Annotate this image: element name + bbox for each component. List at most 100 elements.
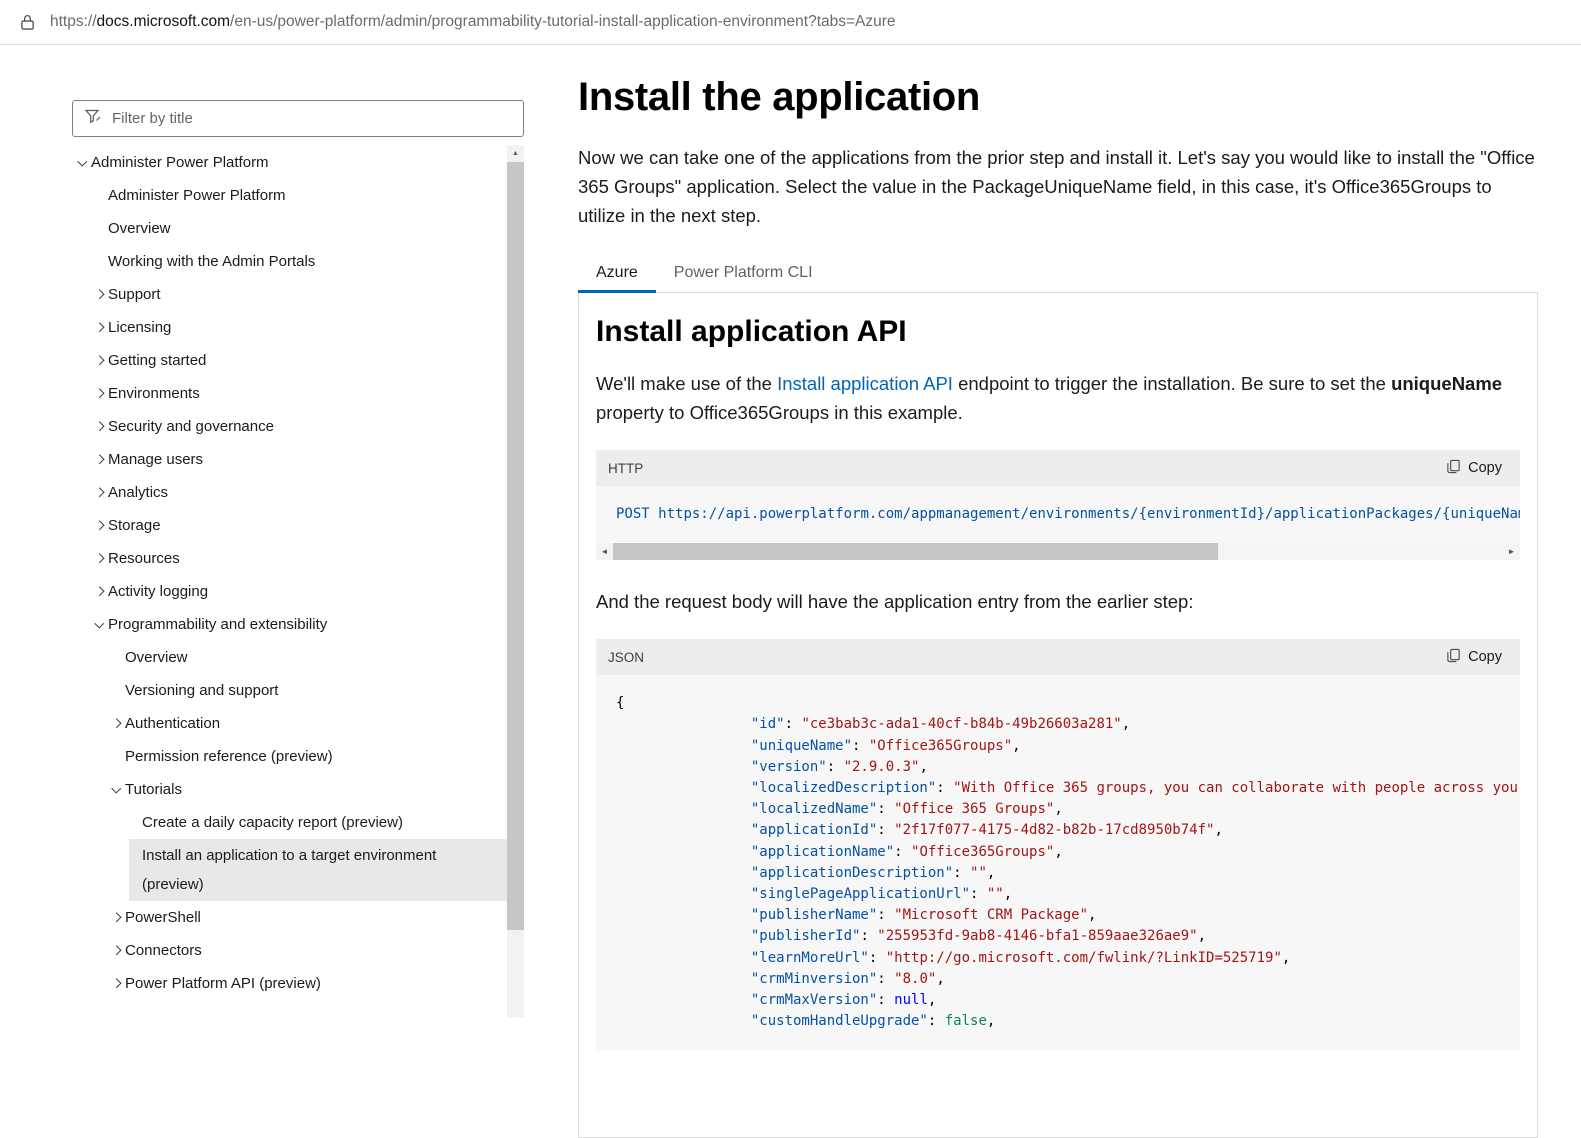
paragraph-text: property to Office365Groups in this exam… [596, 402, 963, 423]
paragraph-text: We'll make use of the [596, 373, 777, 394]
toc-item-label: Storage [108, 511, 175, 540]
toc-tree: Administer Power Platform Administer Powe… [72, 146, 507, 1000]
tab-azure[interactable]: Azure [578, 255, 656, 293]
chevron-down-icon[interactable] [78, 148, 91, 177]
horizontal-scrollbar[interactable]: ◄ ► [596, 543, 1520, 560]
chevron-spacer [95, 181, 108, 210]
code-line: "customHandleUpgrade": false, [616, 1011, 1500, 1032]
chevron-right-icon[interactable] [95, 478, 108, 507]
toc-item-label: Connectors [125, 936, 216, 965]
toc-item[interactable]: Install an application to a target envir… [129, 839, 507, 901]
chevron-right-icon[interactable] [112, 709, 125, 738]
toc-item[interactable]: Authentication [112, 707, 507, 740]
chevron-spacer [129, 808, 142, 837]
toc-item[interactable]: Programmability and extensibility [95, 608, 507, 641]
scroll-up-arrow-icon[interactable]: ▲ [507, 145, 524, 161]
toc-item[interactable]: Power Platform API (preview) [112, 967, 507, 1000]
chevron-right-icon[interactable] [95, 379, 108, 408]
filter-box[interactable] [72, 100, 524, 137]
toc-item-label: Versioning and support [125, 676, 292, 705]
code-language-label: HTTP [608, 461, 643, 476]
toc-item-label: Permission reference (preview) [125, 742, 347, 771]
code-block-json: JSON Copy { "id": "ce3bab3c-ada1-40cf-b8… [596, 639, 1520, 1050]
toc-item[interactable]: Support [95, 278, 507, 311]
sidebar-scrollbar-thumb[interactable] [507, 162, 524, 930]
toc-item-label: Administer Power Platform [91, 148, 283, 177]
article: Install the application Now we can take … [578, 45, 1538, 1138]
copy-label: Copy [1468, 460, 1502, 476]
code-content: POST https://api.powerplatform.com/appma… [596, 486, 1520, 543]
horizontal-scrollbar-track[interactable] [613, 543, 1503, 560]
toc-item-label: Getting started [108, 346, 220, 375]
toc-item[interactable]: Create a daily capacity report (preview) [129, 806, 507, 839]
toc-item[interactable]: Tutorials [112, 773, 507, 806]
code-line: { [616, 693, 1500, 714]
code-line: POST https://api.powerplatform.com/appma… [616, 504, 1500, 525]
url-domain: docs.microsoft.com [97, 13, 231, 30]
chevron-right-icon[interactable] [95, 544, 108, 573]
chevron-right-icon[interactable] [112, 903, 125, 932]
code-line: "version": "2.9.0.3", [616, 757, 1500, 778]
toc-item[interactable]: Overview [112, 641, 507, 674]
chevron-right-icon[interactable] [95, 313, 108, 342]
toc-item[interactable]: Getting started [95, 344, 507, 377]
horizontal-scrollbar-thumb[interactable] [613, 543, 1218, 560]
chevron-right-icon[interactable] [95, 412, 108, 441]
code-header: JSON Copy [596, 639, 1520, 675]
tab-panel: Install application API We'll make use o… [578, 292, 1538, 1138]
browser-url-bar[interactable]: https://docs.microsoft.com/en-us/power-p… [0, 0, 1581, 45]
chevron-right-icon[interactable] [112, 936, 125, 965]
code-line: "localizedName": "Office 365 Groups", [616, 799, 1500, 820]
toc-item[interactable]: Connectors [112, 934, 507, 967]
chevron-spacer [95, 247, 108, 276]
toc-item[interactable]: Environments [95, 377, 507, 410]
toc-item[interactable]: Analytics [95, 476, 507, 509]
chevron-right-icon[interactable] [95, 445, 108, 474]
code-line: "singlePageApplicationUrl": "", [616, 884, 1500, 905]
code-line: "crmMaxVersion": null, [616, 990, 1500, 1011]
copy-button[interactable]: Copy [1440, 458, 1508, 479]
intro-paragraph: Now we can take one of the applications … [578, 143, 1538, 230]
toc-item[interactable]: Resources [95, 542, 507, 575]
copy-button[interactable]: Copy [1440, 647, 1508, 668]
toc-item[interactable]: Permission reference (preview) [112, 740, 507, 773]
filter-input[interactable] [110, 109, 512, 128]
code-line: "applicationDescription": "", [616, 863, 1500, 884]
tab-power-platform-cli[interactable]: Power Platform CLI [656, 255, 831, 293]
toc-item[interactable]: Administer Power Platform [78, 146, 507, 179]
toc-item[interactable]: Storage [95, 509, 507, 542]
toc-item[interactable]: Activity logging [95, 575, 507, 608]
chevron-spacer [112, 676, 125, 705]
scroll-right-arrow-icon[interactable]: ► [1503, 543, 1520, 560]
toc-item[interactable]: Overview [95, 212, 507, 245]
copy-icon [1446, 459, 1461, 478]
chevron-down-icon[interactable] [112, 775, 125, 804]
scroll-left-arrow-icon[interactable]: ◄ [596, 543, 613, 560]
toc-item[interactable]: Versioning and support [112, 674, 507, 707]
lock-icon [20, 13, 35, 31]
toc-item[interactable]: Licensing [95, 311, 507, 344]
toc-item[interactable]: Manage users [95, 443, 507, 476]
toc-item[interactable]: PowerShell [112, 901, 507, 934]
url-text[interactable]: https://docs.microsoft.com/en-us/power-p… [50, 13, 896, 31]
toc-item[interactable]: Administer Power Platform [95, 179, 507, 212]
chevron-right-icon[interactable] [95, 577, 108, 606]
toc-item-label: Administer Power Platform [108, 181, 300, 210]
toc-item[interactable]: Security and governance [95, 410, 507, 443]
code-line: "uniqueName": "Office365Groups", [616, 736, 1500, 757]
chevron-right-icon[interactable] [95, 511, 108, 540]
toc-item-label: Manage users [108, 445, 217, 474]
sidebar-scrollbar[interactable]: ▲ [507, 145, 524, 1017]
chevron-right-icon[interactable] [95, 280, 108, 309]
api-paragraph: We'll make use of the Install applicatio… [596, 369, 1520, 427]
code-line: "localizedDescription": "With Office 365… [616, 778, 1500, 799]
toc-item-label: Security and governance [108, 412, 288, 441]
code-line: "applicationName": "Office365Groups", [616, 842, 1500, 863]
install-application-api-link[interactable]: Install application API [777, 373, 953, 394]
chevron-right-icon[interactable] [95, 346, 108, 375]
chevron-spacer [112, 643, 125, 672]
toc-item[interactable]: Working with the Admin Portals [95, 245, 507, 278]
chevron-right-icon[interactable] [112, 969, 125, 998]
chevron-down-icon[interactable] [95, 610, 108, 639]
code-line: "crmMinversion": "8.0", [616, 969, 1500, 990]
